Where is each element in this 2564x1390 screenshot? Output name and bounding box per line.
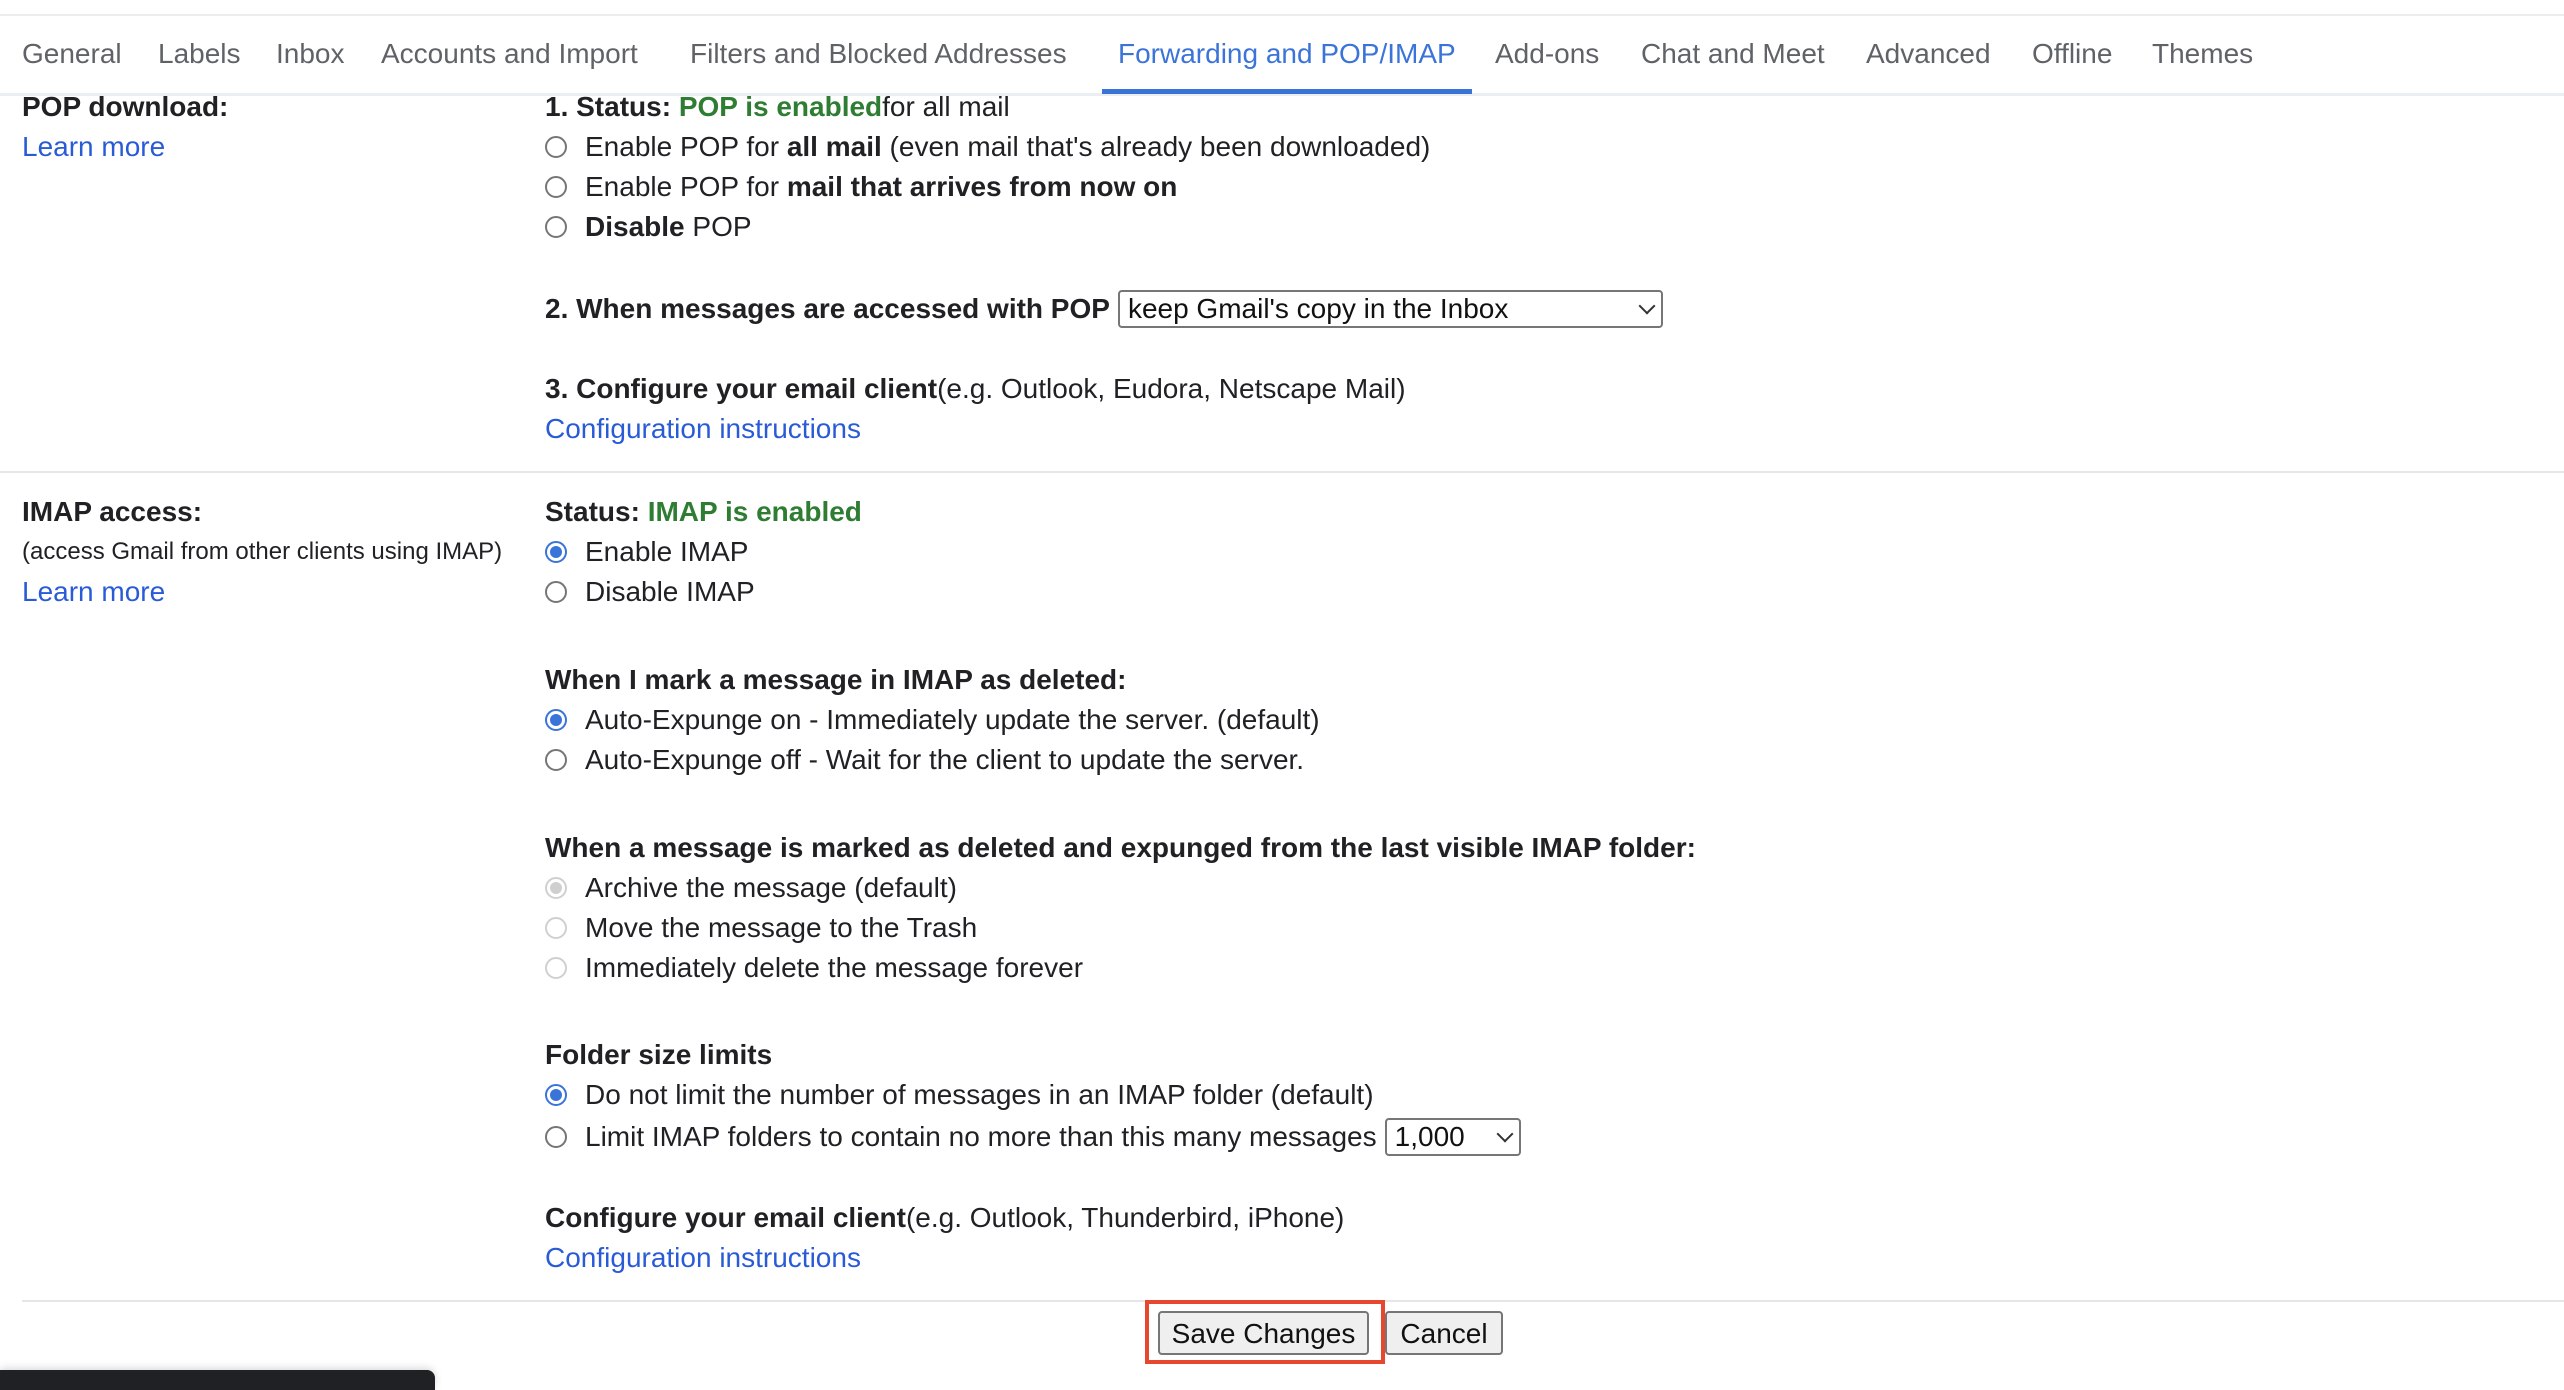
option-post: POP	[684, 211, 752, 242]
pop-option-text: Disable POP	[585, 207, 752, 247]
imap-access-subtitle: (access Gmail from other clients using I…	[22, 538, 503, 565]
imap-configuration-instructions-link[interactable]: Configuration instructions	[545, 1238, 861, 1278]
chevron-down-icon	[1496, 1125, 1514, 1143]
expunged-archive-label: Archive the message (default)	[585, 872, 957, 903]
pop-disable-radio[interactable]	[545, 216, 567, 238]
auto-expunge-off-label: Auto-Expunge off - Wait for the client t…	[585, 744, 1305, 775]
auto-expunge-off-radio[interactable]	[545, 749, 567, 771]
option-bold: all mail	[786, 131, 882, 162]
option-post: (even mail that's already been downloade…	[881, 131, 1431, 162]
tab-filters-and-blocked-addresses[interactable]: Filters and Blocked Addresses	[690, 34, 1067, 74]
pop-when-accessed-row: 2. When messages are accessed with POP k…	[545, 289, 1663, 329]
pop-when-accessed-select[interactable]: keep Gmail's copy in the Inbox	[1117, 290, 1663, 328]
tab-inbox[interactable]: Inbox	[276, 34, 345, 74]
imap-enable-label: Enable IMAP	[585, 536, 749, 567]
expunged-trash-option: Move the message to the Trash	[545, 908, 977, 948]
tab-advanced[interactable]: Advanced	[1866, 34, 1991, 74]
pop-learn-more-link[interactable]: Learn more	[22, 127, 165, 167]
tab-labels[interactable]: Labels	[158, 34, 241, 74]
option-pre: Enable POP for	[585, 171, 787, 202]
pop-configure-rest: (e.g. Outlook, Eudora, Netscape Mail)	[937, 373, 1406, 404]
pop-status: 1. Status: POP is enabled for all mail	[545, 87, 1010, 127]
option-bold: mail that arrives from now on	[786, 171, 1178, 202]
section-divider	[0, 471, 2564, 473]
folder-limit-label: Limit IMAP folders to contain no more th…	[585, 1121, 1377, 1152]
imap-status-prefix: Status:	[545, 496, 640, 527]
expunged-trash-label: Move the message to the Trash	[585, 912, 978, 943]
tab-general[interactable]: General	[22, 34, 122, 74]
auto-expunge-on-option[interactable]: Auto-Expunge on - Immediately update the…	[545, 700, 1320, 740]
imap-status-value: IMAP is enabled	[647, 496, 862, 527]
bottom-dark-panel	[0, 1370, 435, 1390]
folder-limit-radio[interactable]	[545, 1126, 567, 1148]
select-value: keep Gmail's copy in the Inbox	[1127, 293, 1509, 324]
imap-learn-more-link[interactable]: Learn more	[22, 572, 165, 612]
expunged-delete-forever-label: Immediately delete the message forever	[585, 952, 1084, 983]
folder-no-limit-radio[interactable]	[545, 1084, 567, 1106]
pop-configuration-instructions-link[interactable]: Configuration instructions	[545, 409, 861, 449]
cancel-button[interactable]: Cancel	[1385, 1311, 1503, 1355]
tab-offline[interactable]: Offline	[2032, 34, 2112, 74]
pop-option-all-mail[interactable]: Enable POP for all mail (even mail that'…	[545, 127, 1430, 167]
folder-no-limit-label: Do not limit the number of messages in a…	[585, 1079, 1374, 1110]
pop-option-disable[interactable]: Disable POP	[545, 207, 752, 247]
folder-size-limits-header: Folder size limits	[545, 1039, 773, 1070]
tab-chat-and-meet[interactable]: Chat and Meet	[1641, 34, 1825, 74]
auto-expunge-on-radio[interactable]	[545, 709, 567, 731]
expunged-archive-option: Archive the message (default)	[545, 868, 957, 908]
auto-expunge-on-label: Auto-Expunge on - Immediately update the…	[585, 704, 1320, 735]
folder-limit-select[interactable]: 1,000	[1384, 1118, 1521, 1156]
imap-configure-row: Configure your email client (e.g. Outloo…	[545, 1198, 1344, 1238]
pop-status-suffix: for all mail	[882, 91, 1010, 122]
imap-deleted-header: When I mark a message in IMAP as deleted…	[545, 664, 1127, 695]
pop-from-now-on-radio[interactable]	[545, 176, 567, 198]
imap-disable-option[interactable]: Disable IMAP	[545, 572, 755, 612]
pop-status-value: POP is enabled	[678, 91, 883, 122]
tab-accounts-and-import[interactable]: Accounts and Import	[381, 34, 638, 74]
expunged-archive-radio	[545, 877, 567, 899]
pop-status-prefix: 1. Status:	[545, 91, 672, 122]
chevron-down-icon	[1638, 297, 1656, 315]
imap-enable-radio[interactable]	[545, 541, 567, 563]
imap-disable-label: Disable IMAP	[585, 576, 755, 607]
save-changes-button[interactable]: Save Changes	[1158, 1311, 1369, 1355]
auto-expunge-off-option[interactable]: Auto-Expunge off - Wait for the client t…	[545, 740, 1304, 780]
tab-themes[interactable]: Themes	[2152, 34, 2253, 74]
tab-forwarding-and-pop-imap[interactable]: Forwarding and POP/IMAP	[1102, 34, 1472, 94]
folder-no-limit-option[interactable]: Do not limit the number of messages in a…	[545, 1075, 1374, 1115]
pop-when-accessed-label: 2. When messages are accessed with POP	[545, 293, 1110, 324]
option-pre: Enable POP for	[585, 131, 787, 162]
pop-configure-row: 3. Configure your email client (e.g. Out…	[545, 369, 1406, 409]
pop-download-label: POP download:	[22, 91, 229, 122]
pop-option-text: Enable POP for all mail (even mail that'…	[585, 127, 1430, 167]
select-value: 1,000	[1394, 1121, 1465, 1152]
imap-enable-option[interactable]: Enable IMAP	[545, 532, 748, 572]
folder-limit-option[interactable]: Limit IMAP folders to contain no more th…	[545, 1117, 1521, 1157]
imap-disable-radio[interactable]	[545, 581, 567, 603]
expunged-trash-radio	[545, 917, 567, 939]
pop-all-mail-radio[interactable]	[545, 136, 567, 158]
option-bold: Disable	[585, 211, 685, 242]
expunged-delete-forever-option: Immediately delete the message forever	[545, 948, 1083, 988]
imap-access-label: IMAP access:	[22, 496, 203, 527]
expunged-delete-forever-radio	[545, 957, 567, 979]
tab-add-ons[interactable]: Add-ons	[1495, 34, 1599, 74]
pop-option-text: Enable POP for mail that arrives from no…	[585, 167, 1177, 207]
pop-configure-bold: 3. Configure your email client	[545, 373, 938, 404]
settings-tab-bar: General Labels Inbox Accounts and Import…	[0, 16, 2564, 96]
imap-configure-bold: Configure your email client	[545, 1202, 906, 1233]
imap-configure-rest: (e.g. Outlook, Thunderbird, iPhone)	[905, 1202, 1345, 1233]
imap-status: Status: IMAP is enabled	[545, 492, 862, 532]
imap-expunged-header: When a message is marked as deleted and …	[545, 832, 1696, 863]
pop-option-from-now-on[interactable]: Enable POP for mail that arrives from no…	[545, 167, 1177, 207]
